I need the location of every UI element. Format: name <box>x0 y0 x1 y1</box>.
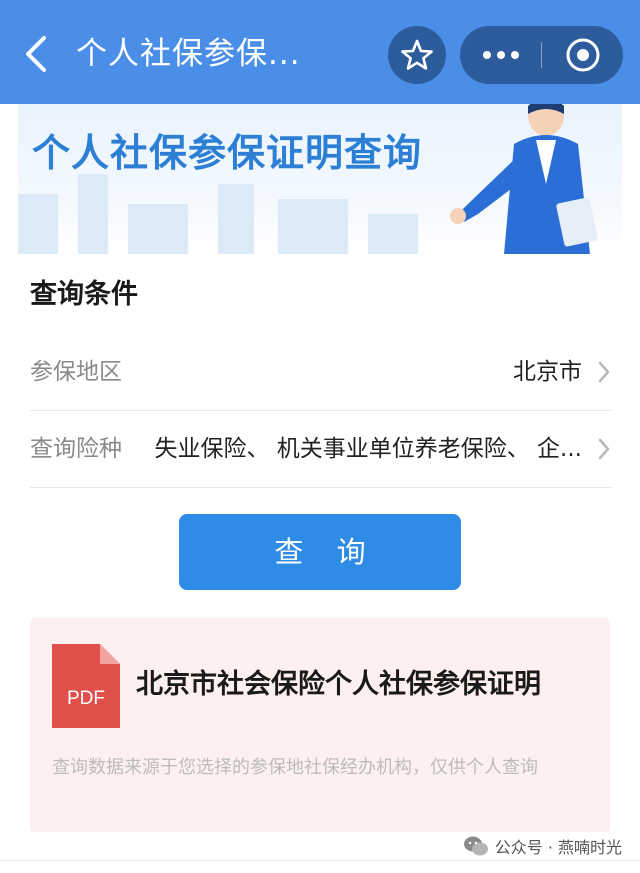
insurance-type-row[interactable]: 查询险种 失业保险、 机关事业单位养老保险、 企... <box>30 411 612 488</box>
watermark-text: 公众号 · 燕喃时光 <box>494 838 622 857</box>
pdf-label: PDF <box>67 688 105 709</box>
watermark: 公众号 · 燕喃时光 <box>463 832 622 860</box>
star-icon <box>401 39 433 70</box>
data-source-note: 查询数据来源于您选择的参保地社保经办机构，仅供个人查询 <box>52 757 538 778</box>
insurance-region-row[interactable]: 参保地区 北京市 <box>30 334 612 411</box>
chevron-right-icon <box>598 438 610 460</box>
favorite-button[interactable] <box>388 26 446 84</box>
banner-title: 个人社保参保证明查询 <box>32 131 423 175</box>
target-circle-icon <box>566 38 599 72</box>
pdf-file-icon: PDF <box>52 644 120 728</box>
row-label: 参保地区 <box>30 359 122 385</box>
wechat-icon <box>463 836 488 856</box>
more-button[interactable] <box>460 26 541 84</box>
divider <box>0 860 640 861</box>
chevron-right-icon <box>598 361 610 383</box>
query-section-title: 查询条件 <box>30 279 138 310</box>
mini-program-capsule <box>460 26 623 84</box>
title-bar: 个人社保参保... <box>0 0 640 104</box>
certificate-card[interactable]: PDF 北京市社会保险个人社保参保证明 查询数据来源于您选择的参保地社保经办机构… <box>30 618 610 832</box>
close-button[interactable] <box>542 26 623 84</box>
back-button[interactable] <box>18 32 58 76</box>
person-illustration <box>450 104 598 254</box>
row-label: 查询险种 <box>30 436 122 462</box>
more-dots-icon <box>482 51 519 59</box>
query-button[interactable]: 查 询 <box>179 514 461 590</box>
page-title: 个人社保参保... <box>76 36 301 72</box>
hero-banner: 个人社保参保证明查询 <box>18 104 622 254</box>
insurance-region-value: 北京市 <box>513 359 582 385</box>
insurance-type-value: 失业保险、 机关事业单位养老保险、 企... <box>154 436 582 462</box>
chevron-left-icon <box>26 36 46 72</box>
certificate-title: 北京市社会保险个人社保参保证明 <box>136 669 541 700</box>
